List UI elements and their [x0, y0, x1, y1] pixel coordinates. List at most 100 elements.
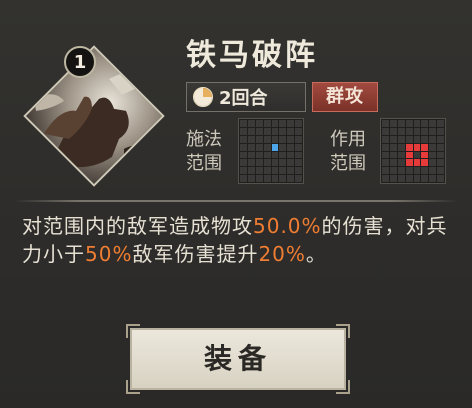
range-cell [295, 159, 302, 167]
range-cell [263, 135, 271, 143]
skill-level-badge: 1 [64, 46, 96, 78]
range-cell [429, 127, 437, 135]
range-cell [240, 159, 247, 167]
range-cell [271, 151, 279, 159]
range-cell [255, 151, 263, 159]
desc-value-troop-threshold: 50% [85, 242, 133, 266]
range-cell [437, 175, 444, 182]
range-cell [271, 120, 279, 127]
range-cell [263, 143, 271, 151]
effect-range-label-line1: 作用 [330, 129, 366, 150]
range-cell [405, 120, 413, 127]
equip-corner-ornament [336, 324, 350, 338]
range-cell [271, 175, 279, 182]
range-cell [240, 135, 247, 143]
range-cell [405, 127, 413, 135]
range-cell [429, 167, 437, 175]
cast-range-label: 施法 范围 [186, 128, 230, 176]
range-cell [437, 127, 444, 135]
effect-range-label: 作用 范围 [330, 128, 374, 176]
range-cell [247, 135, 255, 143]
range-cell [389, 151, 397, 159]
range-cell [382, 159, 389, 167]
range-cell [279, 175, 287, 182]
range-cell [413, 127, 421, 135]
range-cell [397, 151, 405, 159]
range-cell-active [405, 159, 413, 167]
range-cell [255, 143, 263, 151]
range-cell [421, 135, 429, 143]
equip-button[interactable]: 装备 [130, 328, 346, 390]
range-cell [240, 175, 247, 182]
range-cell [295, 151, 302, 159]
range-cell [295, 120, 302, 127]
range-cell [240, 167, 247, 175]
range-cell [421, 120, 429, 127]
range-cell [287, 159, 295, 167]
range-cell [263, 167, 271, 175]
range-cell [389, 175, 397, 182]
range-cell [382, 167, 389, 175]
range-cell [382, 135, 389, 143]
range-cell [429, 143, 437, 151]
range-cell [287, 167, 295, 175]
range-cell [279, 135, 287, 143]
range-cell [405, 135, 413, 143]
range-cell [437, 120, 444, 127]
range-cell [389, 167, 397, 175]
desc-text-1: 对范围内的敌军造成物攻 [22, 214, 253, 238]
range-cell [389, 159, 397, 167]
range-cell [437, 159, 444, 167]
range-cell [413, 167, 421, 175]
range-cell [247, 143, 255, 151]
equip-corner-ornament [336, 380, 350, 394]
skill-type-badge: 群攻 [312, 82, 378, 112]
range-cell [240, 127, 247, 135]
range-cell [255, 159, 263, 167]
cast-range-label-line1: 施法 [186, 129, 222, 150]
range-cell [397, 175, 405, 182]
range-cell [271, 135, 279, 143]
range-cell-active [405, 143, 413, 151]
range-cell [279, 143, 287, 151]
range-cell [271, 167, 279, 175]
range-cell [247, 159, 255, 167]
range-cell [287, 175, 295, 182]
desc-value-damage: 50.0% [253, 214, 322, 238]
range-cell [247, 175, 255, 182]
range-cell [279, 159, 287, 167]
range-cell [429, 135, 437, 143]
range-cell [255, 135, 263, 143]
range-cell [271, 127, 279, 135]
desc-text-4: 。 [305, 242, 327, 266]
range-cell [429, 175, 437, 182]
range-cell [382, 120, 389, 127]
range-cell [295, 143, 302, 151]
range-cell [287, 127, 295, 135]
effect-range-label-line2: 范围 [330, 153, 366, 174]
range-cell [421, 167, 429, 175]
range-cell [437, 135, 444, 143]
range-cell [247, 127, 255, 135]
divider [14, 200, 458, 202]
equip-corner-ornament [126, 380, 140, 394]
effect-range-grid [380, 118, 446, 184]
desc-value-bonus: 20% [258, 242, 306, 266]
range-cell [240, 143, 247, 151]
range-cell [437, 143, 444, 151]
range-cell-active [413, 159, 421, 167]
range-cell-active [413, 143, 421, 151]
range-cell [247, 167, 255, 175]
range-cell [263, 175, 271, 182]
skill-description: 对范围内的敌军造成物攻50.0%的伤害，对兵力小于50%敌军伤害提升20%。 [22, 212, 452, 268]
rounds-text: 2回合 [219, 88, 268, 109]
skill-title: 铁马破阵 [186, 38, 318, 73]
range-cell [413, 175, 421, 182]
cast-range-grid [238, 118, 304, 184]
range-cell [295, 127, 302, 135]
range-cell [389, 143, 397, 151]
range-cell [263, 151, 271, 159]
range-cell [240, 151, 247, 159]
range-cell [295, 167, 302, 175]
range-cell [247, 151, 255, 159]
